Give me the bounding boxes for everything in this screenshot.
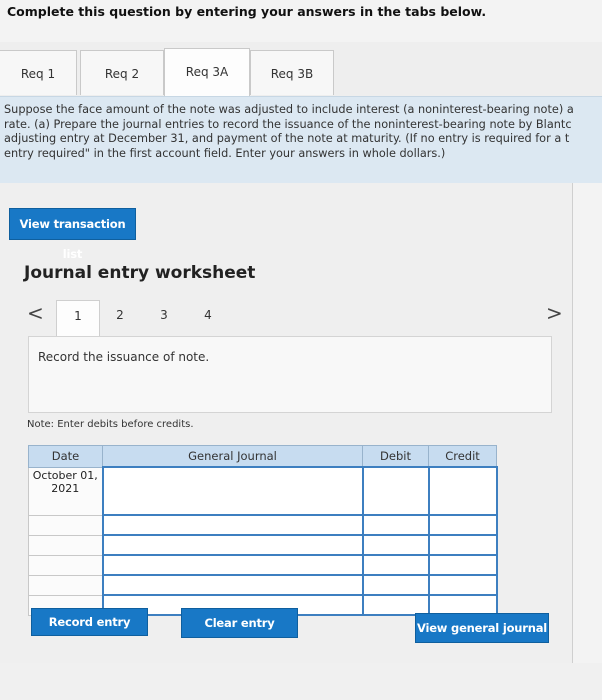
step-tab-4[interactable]: 4: [187, 300, 229, 337]
date-cell: [28, 554, 103, 576]
date-column-header: Date: [28, 445, 103, 468]
table-row: October 01, 2021: [28, 466, 498, 516]
debit-field[interactable]: [361, 534, 430, 556]
step-tab-1[interactable]: 1: [56, 300, 100, 338]
date-cell: [28, 534, 103, 556]
date-cell: October 01, 2021: [28, 466, 103, 516]
debit-field[interactable]: [361, 574, 430, 596]
account-field[interactable]: [101, 466, 364, 516]
journal-entry-table: Date General Journal Debit Credit Octobe…: [28, 445, 498, 616]
view-transaction-list-button[interactable]: View transaction list: [9, 208, 136, 261]
instructions-panel: Suppose the face amount of the note was …: [0, 96, 602, 184]
clear-entry-button[interactable]: Clear entry: [181, 608, 298, 638]
table-row: [28, 574, 498, 596]
table-row: [28, 514, 498, 536]
tab-req-2[interactable]: Req 2: [80, 50, 164, 95]
credit-field[interactable]: [427, 534, 498, 556]
worksheet-panel: View transaction list Journal entry work…: [0, 183, 573, 663]
question-title: Complete this question by entering your …: [7, 4, 487, 19]
next-arrow-icon[interactable]: >: [546, 301, 563, 325]
table-row: [28, 534, 498, 556]
view-general-journal-button[interactable]: View general journal: [415, 613, 549, 643]
debit-field[interactable]: [361, 594, 430, 616]
table-row: [28, 554, 498, 576]
date-cell: [28, 514, 103, 536]
record-entry-button[interactable]: Record entry: [31, 608, 148, 636]
debit-field[interactable]: [361, 466, 430, 516]
instructions-text: Suppose the face amount of the note was …: [4, 103, 574, 160]
step-tab-2[interactable]: 2: [99, 300, 141, 337]
credit-field[interactable]: [427, 594, 498, 616]
tab-req-3a[interactable]: Req 3A: [164, 48, 250, 96]
date-cell: [28, 574, 103, 596]
credit-field[interactable]: [427, 554, 498, 576]
step-tab-3[interactable]: 3: [143, 300, 185, 337]
tab-req-3b[interactable]: Req 3B: [250, 50, 334, 95]
debit-column-header: Debit: [362, 445, 429, 468]
credit-field[interactable]: [427, 574, 498, 596]
requirement-tabs: Req 1 Req 2 Req 3A Req 3B: [0, 42, 602, 97]
credit-column-header: Credit: [428, 445, 497, 468]
right-gutter: [573, 183, 602, 663]
account-field[interactable]: [101, 534, 364, 556]
general-journal-column-header: General Journal: [102, 445, 363, 468]
question-header: Complete this question by entering your …: [0, 0, 602, 43]
debit-credit-note: Note: Enter debits before credits.: [27, 419, 194, 430]
worksheet-title: Journal entry worksheet: [24, 263, 256, 283]
debit-field[interactable]: [361, 514, 430, 536]
account-field[interactable]: [101, 514, 364, 536]
account-field[interactable]: [101, 574, 364, 596]
prev-arrow-icon[interactable]: <: [27, 301, 44, 325]
tab-req-1[interactable]: Req 1: [0, 50, 77, 95]
credit-field[interactable]: [427, 514, 498, 536]
credit-field[interactable]: [427, 466, 498, 516]
entry-instruction-text: Record the issuance of note.: [38, 350, 210, 364]
entry-instruction-box: Record the issuance of note.: [28, 336, 552, 413]
account-field[interactable]: [101, 554, 364, 576]
debit-field[interactable]: [361, 554, 430, 576]
